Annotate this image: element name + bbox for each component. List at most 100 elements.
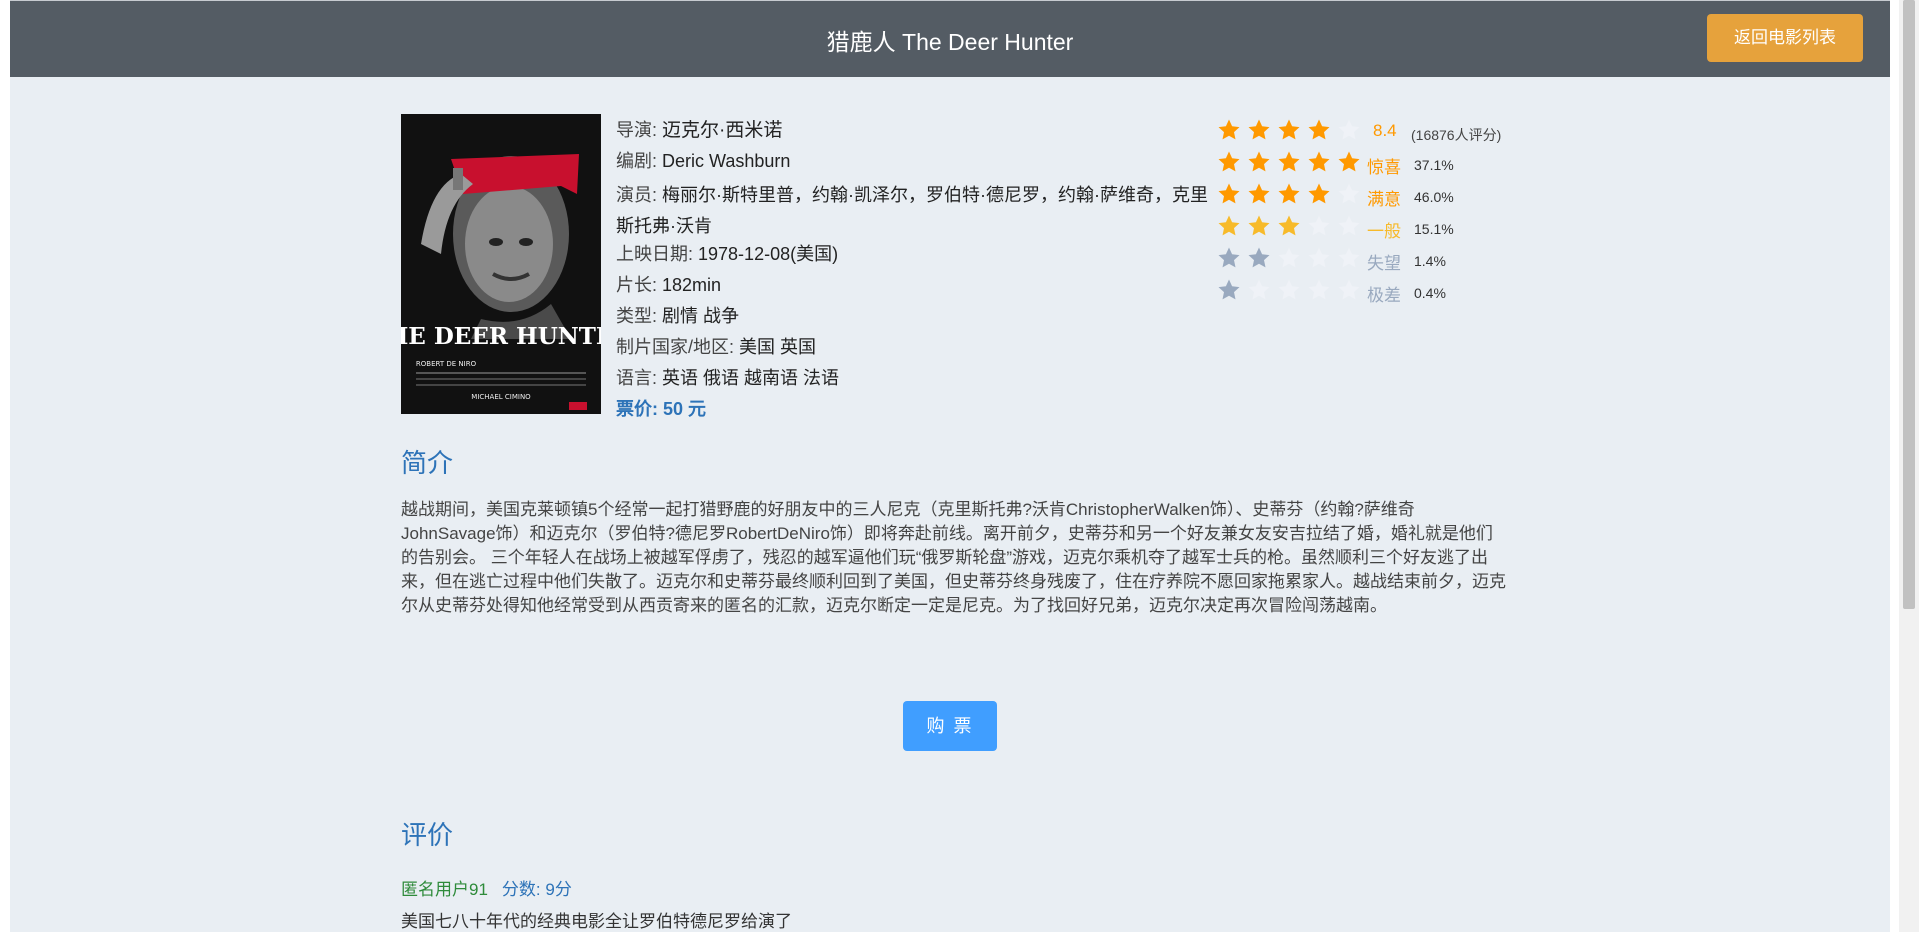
- star-filled-icon: [1278, 119, 1300, 140]
- star-empty-icon: [1278, 247, 1300, 268]
- star-empty-icon: [1338, 247, 1360, 268]
- reviews-title: 评价: [401, 820, 454, 850]
- movie-info: 导演: 迈克尔·西米诺 编剧: Deric Washburn 演员: 梅丽尔·斯…: [616, 118, 1216, 428]
- intro-title: 简介: [401, 448, 454, 478]
- intro-text: 越战期间，美国克莱顿镇5个经常一起打猎野鹿的好朋友中的三人尼克（克里斯托弗?沃肯…: [401, 500, 1506, 615]
- star-filled-icon: [1308, 183, 1330, 204]
- breakdown-label: 惊喜: [1367, 158, 1401, 177]
- top-bar: 猎鹿人 The Deer Hunter: [10, 0, 1890, 77]
- review-score: 分数: 9分: [501, 880, 572, 899]
- star-filled-icon: [1248, 215, 1270, 236]
- rating-breakdown-row: 失望 1.4%: [1217, 244, 1517, 276]
- back-to-list-button[interactable]: 返回电影列表: [1707, 14, 1863, 62]
- runtime-value: 182min: [662, 275, 722, 295]
- genre-value: 剧情 战争: [662, 306, 740, 326]
- rating-panel: 8.4 (16876人评分) 惊喜 37.1% 满意 46.0% 一般 15.1% 失望 1.…: [1217, 116, 1517, 308]
- writer-value: Deric Washburn: [662, 151, 791, 171]
- star-filled-icon: [1278, 215, 1300, 236]
- country-value: 美国 英国: [739, 337, 817, 357]
- page-title: 猎鹿人 The Deer Hunter: [826, 29, 1074, 55]
- price-label: 票价:: [616, 399, 663, 419]
- release-label: 上映日期:: [616, 244, 699, 264]
- review-text: 美国七八十年代的经典电影全让罗伯特德尼罗给演了: [401, 912, 792, 931]
- breakdown-stars: [1217, 244, 1367, 272]
- release-row: 上映日期: 1978-12-08(美国): [616, 242, 1216, 273]
- star-empty-icon: [1308, 247, 1330, 268]
- language-value: 英语 俄语 越南语 法语: [662, 368, 840, 388]
- country-row: 制片国家/地区: 美国 英国: [616, 335, 1216, 366]
- language-label: 语言:: [616, 368, 663, 388]
- cast-value: 梅丽尔·斯特里普，约翰·凯泽尔，罗伯特·德尼罗，约翰·萨维奇，克里斯托弗·沃肯: [616, 185, 1208, 236]
- rating-count: (16876人评分): [1411, 127, 1502, 143]
- star-filled-icon: [1278, 151, 1300, 172]
- country-label: 制片国家/地区:: [616, 337, 740, 357]
- star-empty-icon: [1248, 279, 1270, 300]
- star-filled-icon: [1218, 151, 1240, 172]
- breakdown-percent: 15.1%: [1414, 221, 1454, 237]
- star-filled-icon: [1218, 215, 1240, 236]
- poster-director-text: MICHAEL CIMINO: [471, 393, 531, 401]
- average-score: 8.4: [1373, 121, 1397, 140]
- star-empty-icon: [1338, 215, 1360, 236]
- breakdown-percent: 1.4%: [1414, 253, 1446, 269]
- star-filled-icon: [1218, 183, 1240, 204]
- star-filled-icon: [1308, 119, 1330, 140]
- writer-row: 编剧: Deric Washburn: [616, 149, 1216, 180]
- poster-image: THE DEER HUNTER ROBERT DE NIRO MICHAEL C…: [401, 114, 601, 414]
- breakdown-stars: [1217, 148, 1367, 176]
- breakdown-label: 满意: [1367, 190, 1401, 209]
- star-empty-icon: [1308, 279, 1330, 300]
- star-filled-icon: [1248, 247, 1270, 268]
- star-empty-icon: [1278, 279, 1300, 300]
- buy-ticket-button[interactable]: 购 票: [903, 701, 997, 751]
- breakdown-percent: 46.0%: [1414, 189, 1454, 205]
- star-filled-icon: [1248, 119, 1270, 140]
- rating-breakdown-row: 一般 15.1%: [1217, 212, 1517, 244]
- breakdown-percent: 37.1%: [1414, 157, 1454, 173]
- star-filled-icon: [1308, 151, 1330, 172]
- star-empty-icon: [1338, 183, 1360, 204]
- page: 猎鹿人 The Deer Hunter 返回电影列表 THE DEER HUNT…: [10, 0, 1890, 932]
- movie-poster: THE DEER HUNTER ROBERT DE NIRO MICHAEL C…: [401, 114, 601, 414]
- star-filled-icon: [1338, 151, 1360, 172]
- director-label: 导演:: [616, 120, 663, 140]
- cast-label: 演员:: [616, 185, 663, 205]
- language-row: 语言: 英语 俄语 越南语 法语: [616, 366, 1216, 397]
- poster-cast-text: ROBERT DE NIRO: [416, 360, 477, 368]
- genre-label: 类型:: [616, 306, 663, 326]
- breakdown-label: 失望: [1367, 254, 1401, 273]
- star-filled-icon: [1278, 183, 1300, 204]
- breakdown-label: 极差: [1367, 286, 1401, 305]
- price-row: 票价: 50 元: [616, 397, 1216, 428]
- poster-title-text: THE DEER HUNTER: [401, 323, 601, 350]
- director-row: 导演: 迈克尔·西米诺: [616, 118, 1216, 149]
- breakdown-label: 一般: [1367, 222, 1401, 241]
- cast-row: 演员: 梅丽尔·斯特里普，约翰·凯泽尔，罗伯特·德尼罗，约翰·萨维奇，克里斯托弗…: [616, 180, 1208, 242]
- star-filled-icon: [1218, 279, 1240, 300]
- director-value: 迈克尔·西米诺: [662, 120, 783, 141]
- runtime-row: 片长: 182min: [616, 273, 1216, 304]
- star-filled-icon: [1218, 119, 1240, 140]
- breakdown-stars: [1217, 276, 1367, 304]
- star-filled-icon: [1248, 151, 1270, 172]
- runtime-label: 片长:: [616, 275, 663, 295]
- star-filled-icon: [1248, 183, 1270, 204]
- vertical-scrollbar[interactable]: [1899, 0, 1919, 932]
- rating-breakdown-row: 极差 0.4%: [1217, 276, 1517, 308]
- star-empty-icon: [1338, 279, 1360, 300]
- average-stars: [1217, 116, 1367, 144]
- rating-breakdown-row: 满意 46.0%: [1217, 180, 1517, 212]
- scrollbar-thumb[interactable]: [1903, 0, 1915, 609]
- writer-label: 编剧:: [616, 151, 663, 171]
- star-empty-icon: [1308, 215, 1330, 236]
- review-header: 匿名用户91 分数: 9分: [401, 875, 572, 900]
- average-rating-row: 8.4 (16876人评分): [1217, 116, 1517, 148]
- price-value: 50 元: [663, 399, 707, 419]
- breakdown-percent: 0.4%: [1414, 285, 1446, 301]
- review-username: 匿名用户91: [401, 880, 488, 899]
- star-filled-icon: [1218, 247, 1240, 268]
- star-empty-icon: [1338, 119, 1360, 140]
- rating-breakdown-row: 惊喜 37.1%: [1217, 148, 1517, 180]
- breakdown-stars: [1217, 180, 1367, 208]
- breakdown-stars: [1217, 212, 1367, 240]
